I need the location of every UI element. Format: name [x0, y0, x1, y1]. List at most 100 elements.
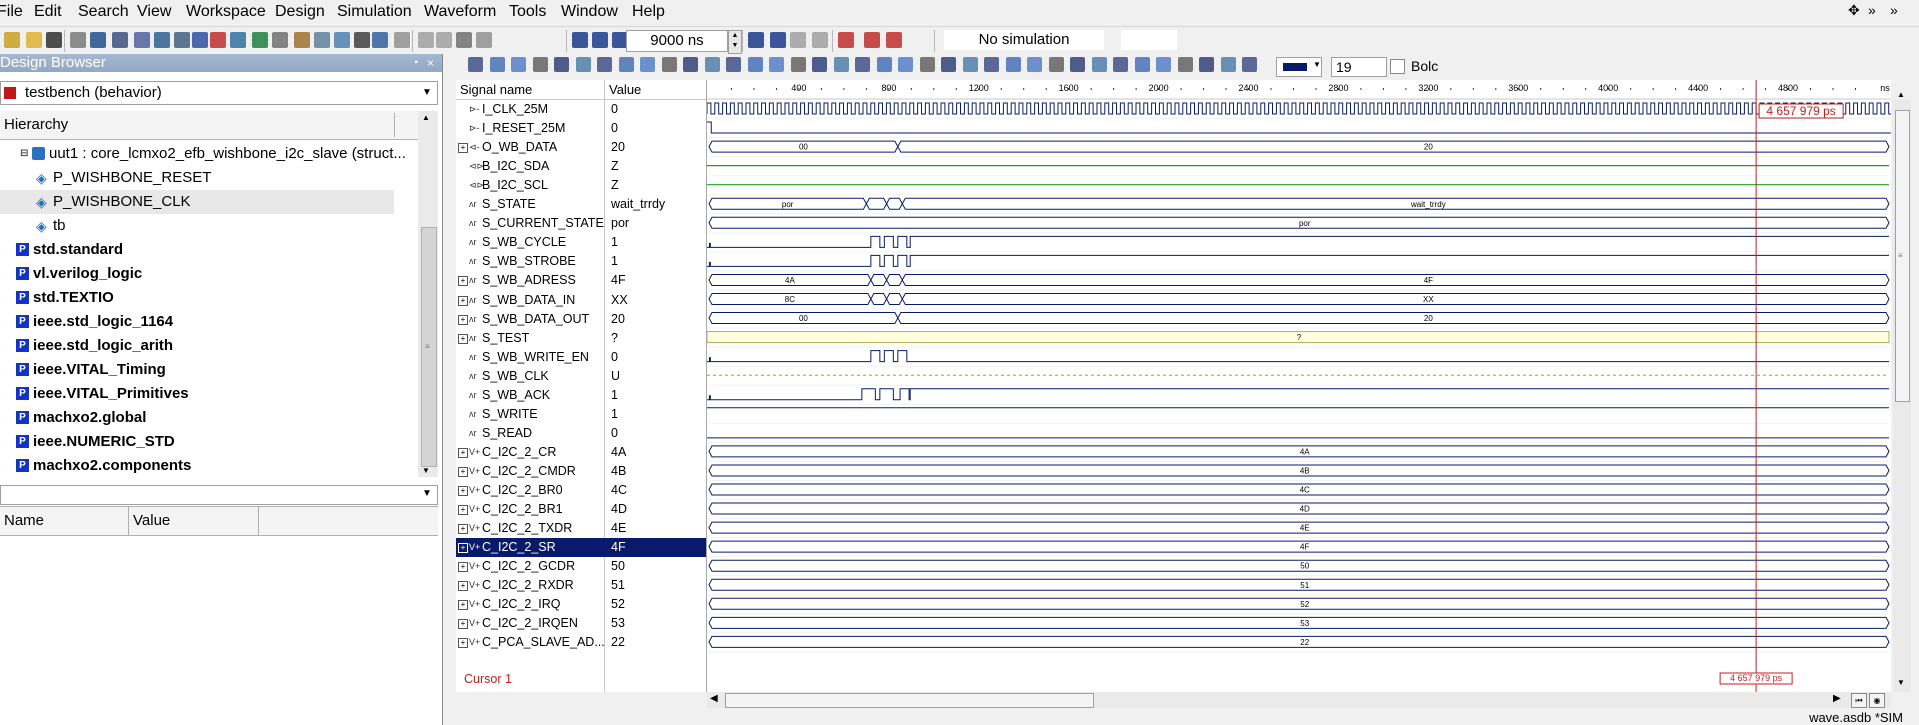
list-view-icon[interactable] [984, 57, 999, 72]
check-icon[interactable] [476, 32, 492, 48]
menu-view[interactable]: View [137, 3, 171, 21]
waveform-hscroll-thumb[interactable] [725, 693, 1094, 708]
sim-time-spinner[interactable]: ▲ ▼ [728, 30, 742, 54]
menu-workspace[interactable]: Workspace [186, 3, 266, 21]
format-icon[interactable] [812, 57, 827, 72]
find-icon[interactable] [174, 32, 190, 48]
signal-row[interactable]: + V+ C_PCA_SLAVE_AD... 22 [456, 633, 706, 652]
clear-breaks-icon[interactable] [886, 32, 902, 48]
filter-icon[interactable] [1048, 57, 1064, 72]
zoom-fit-icon[interactable]: ◉ [1869, 693, 1885, 708]
waveform-canvas[interactable]: 400 800 1200 1600 2000 2400 2800 3200 3600 4000 44… [707, 80, 1891, 692]
trace-icon[interactable] [1005, 57, 1021, 72]
signal-row[interactable]: + V+ C_I2C_2_IRQ 52 [456, 595, 706, 614]
radix-icon[interactable] [833, 57, 849, 72]
tree-item[interactable]: Pvl.verilog_logic [0, 262, 400, 286]
group-icon[interactable] [790, 57, 806, 72]
flow-icon[interactable] [272, 32, 288, 48]
print-icon[interactable] [876, 57, 892, 72]
restart-icon[interactable] [436, 32, 452, 48]
delete-icon[interactable] [1199, 57, 1214, 72]
signal-row[interactable]: ᴧr S_READ 0 [456, 424, 706, 443]
signal-row[interactable]: ⊲⊳ B_I2C_SDA Z [456, 157, 706, 176]
hierarchy-icon[interactable] [70, 32, 86, 48]
scroll-right-icon[interactable]: ▶ [1833, 693, 1841, 704]
waveform-vscroll-thumb[interactable]: ≡ [1895, 110, 1910, 402]
signal-row[interactable]: + V+ C_I2C_2_BR1 4D [456, 500, 706, 519]
signal-row[interactable]: ᴧr S_WB_WRITE_EN 0 [456, 348, 706, 367]
list-icon[interactable] [372, 32, 388, 48]
signal-row[interactable]: + V+ C_I2C_2_RXDR 51 [456, 576, 706, 595]
expand-icon[interactable]: + [458, 447, 468, 458]
marker-icon[interactable] [747, 57, 763, 72]
expand-icon[interactable]: + [458, 295, 468, 306]
stop-icon[interactable] [770, 32, 786, 48]
zoom-out-icon[interactable] [532, 57, 548, 72]
signal-row[interactable]: + V+ C_I2C_2_IRQEN 53 [456, 614, 706, 633]
signal-row[interactable]: + V+ C_I2C_2_TXDR 4E [456, 519, 706, 538]
cursor-label[interactable]: Cursor 1 [464, 672, 512, 686]
step-into-icon[interactable] [790, 32, 806, 48]
settings-icon[interactable] [898, 57, 913, 72]
expand-icon[interactable]: + [458, 562, 468, 573]
grid-icon[interactable] [1091, 57, 1107, 72]
object-selector[interactable]: ▼ [0, 485, 438, 505]
bold-checkbox[interactable] [1390, 59, 1405, 74]
save-icon[interactable] [46, 32, 62, 48]
cursor-remove-icon[interactable] [704, 57, 720, 72]
expand-icon[interactable] [1177, 57, 1193, 72]
show-icon[interactable] [1134, 57, 1150, 72]
debug-icon[interactable] [192, 32, 208, 48]
color-icon[interactable] [1242, 57, 1257, 72]
compare-icon[interactable] [919, 57, 935, 72]
signal-row[interactable]: ⊳- I_CLK_25M 0 [456, 100, 706, 119]
doc-icon[interactable] [294, 32, 310, 48]
import-icon[interactable] [962, 57, 978, 72]
hierarchy-scrollbar[interactable]: ▲ ≡ ▼ [418, 111, 438, 477]
menu-help[interactable]: Help [632, 3, 665, 21]
scroll-up-icon-2[interactable]: ▲ [1897, 90, 1905, 99]
tree-item[interactable]: Pieee.VITAL_Timing [0, 358, 400, 382]
tree-item[interactable]: ◈ P_WISHBONE_RESET [0, 166, 400, 190]
chart-icon[interactable] [1070, 57, 1085, 72]
overflow-icon[interactable]: » [1868, 2, 1876, 18]
tree-item[interactable]: ◈ tb [0, 214, 400, 238]
open-icon[interactable] [26, 32, 42, 48]
chevron-down-icon-2[interactable]: ▼ [419, 486, 435, 502]
tree-item[interactable]: Pieee.VITAL_Primitives [0, 382, 400, 406]
signal-row[interactable]: ᴧr S_WRITE 1 [456, 405, 706, 424]
menu-tools[interactable]: Tools [509, 3, 546, 21]
menu-search[interactable]: Search [78, 3, 129, 21]
signal-row[interactable]: ᴧr S_WB_CYCLE 1 [456, 233, 706, 252]
expand-icon[interactable]: + [458, 314, 468, 325]
step-over-icon[interactable] [812, 32, 828, 48]
design-unit-selector[interactable]: testbench (behavior) ▼ [0, 81, 438, 105]
chevron-down-icon[interactable]: ▼ [419, 84, 435, 102]
signal-row[interactable]: + V+ C_I2C_2_SR 4F [456, 538, 706, 558]
sort-icon[interactable] [855, 57, 870, 72]
font-size-input[interactable]: 19 [1331, 57, 1387, 77]
waveform-vscrollbar[interactable]: ▲ ≡ ▼ [1893, 90, 1911, 692]
signal-row[interactable]: ᴧr S_WB_STROBE 1 [456, 252, 706, 271]
menu-design[interactable]: Design [275, 3, 325, 21]
lightbulb-icon[interactable] [334, 32, 350, 48]
ruler-icon[interactable] [597, 57, 612, 72]
bus-icon[interactable] [1027, 57, 1042, 72]
monitor-icon[interactable] [230, 32, 246, 48]
step-icon[interactable] [418, 32, 434, 48]
restart-sim-icon[interactable] [748, 32, 764, 48]
pointer-icon[interactable] [489, 57, 505, 72]
memory-icon[interactable] [354, 32, 370, 48]
signal-row[interactable]: + ᴧr S_WB_DATA_OUT 20 [456, 310, 706, 329]
signal-row[interactable]: + ᴧr S_TEST? [456, 329, 706, 348]
menu-window[interactable]: Window [561, 3, 618, 21]
pin-icon[interactable]: ▪ [414, 54, 418, 72]
signal-row[interactable]: + ᴧr S_WB_DATA_IN XX [456, 291, 706, 310]
scroll-down-icon-2[interactable]: ▼ [1897, 678, 1905, 687]
signal-row[interactable]: ᴧr S_WB_ACK 1 [456, 386, 706, 405]
expand-icon[interactable]: + [458, 505, 468, 516]
signal-row[interactable]: ⊳- I_RESET_25M 0 [456, 119, 706, 138]
design-icon[interactable] [134, 32, 150, 48]
signal-row[interactable]: + V+ C_I2C_2_CMDR 4B [456, 462, 706, 481]
collapse-icon[interactable]: ⊟ [20, 149, 28, 159]
